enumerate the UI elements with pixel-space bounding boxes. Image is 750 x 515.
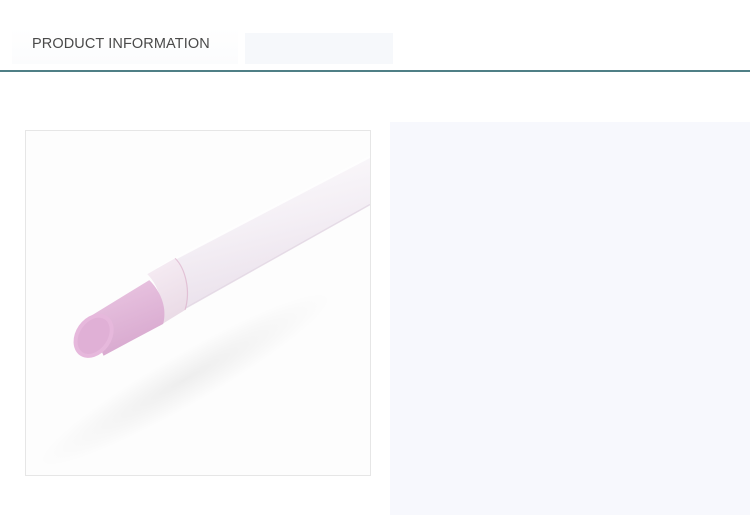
pink-stone-cuticle-pusher-icon xyxy=(38,155,370,467)
product-details-panel xyxy=(390,122,750,515)
section-title: PRODUCT INFORMATION xyxy=(32,36,210,52)
product-information-page: PRODUCT INFORMATION xyxy=(0,0,750,515)
section-divider xyxy=(0,70,750,72)
section-tab-shadow xyxy=(245,33,393,64)
product-image xyxy=(25,130,371,476)
